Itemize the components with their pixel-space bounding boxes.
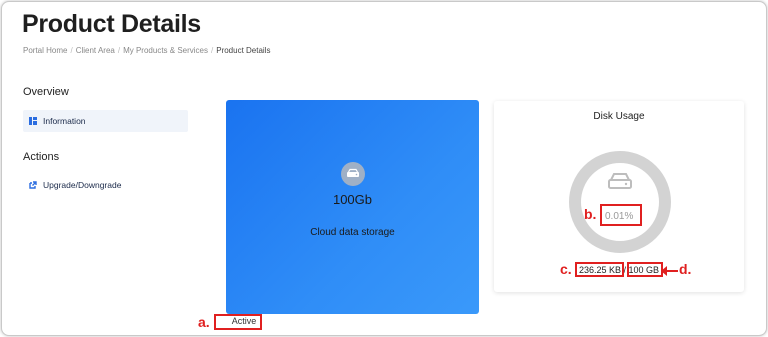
list-icon [29,117,37,125]
breadcrumb-my-products[interactable]: My Products & Services [123,46,208,55]
sidebar-item-information[interactable]: Information [23,110,188,132]
sidebar-item-label: Upgrade/Downgrade [43,180,122,190]
disk-usage-ring [569,151,671,253]
breadcrumb-current: Product Details [216,46,271,55]
annotation-label-d: d. [679,261,692,277]
product-size: 100Gb [332,192,373,207]
annotation-label-c: c. [560,261,572,277]
breadcrumb-client-area[interactable]: Client Area [76,46,115,55]
breadcrumb: Portal Home / Client Area / My Products … [23,46,270,55]
breadcrumb-portal-home[interactable]: Portal Home [23,46,67,55]
hard-drive-icon [341,162,365,186]
disk-usage-card: Disk Usage 0.01% 236.25 KB / 100 GB [494,101,744,292]
product-description: Cloud data storage [310,227,395,238]
annotation-box-d [627,262,663,277]
product-card: 100Gb Cloud data storage [226,100,479,314]
disk-usage-title: Disk Usage [593,111,645,122]
overview-heading: Overview [23,86,69,98]
external-link-icon [29,181,37,189]
annotation-box-c [575,262,624,277]
annotation-box-a [214,314,262,330]
annotation-arrow-d [661,266,678,276]
breadcrumb-separator: / [70,46,73,55]
annotation-label-b: b. [584,206,597,222]
breadcrumb-separator: / [117,46,121,55]
annotation-box-b [600,204,642,226]
page-title: Product Details [22,10,201,38]
breadcrumb-separator: / [211,46,214,55]
actions-heading: Actions [23,151,60,163]
sidebar-item-label: Information [43,116,86,126]
disk-drive-icon [608,173,632,189]
product-details-page: Product Details Portal Home / Client Are… [1,1,767,336]
sidebar-item-upgrade-downgrade[interactable]: Upgrade/Downgrade [23,174,188,196]
annotation-label-a: a. [198,314,210,330]
